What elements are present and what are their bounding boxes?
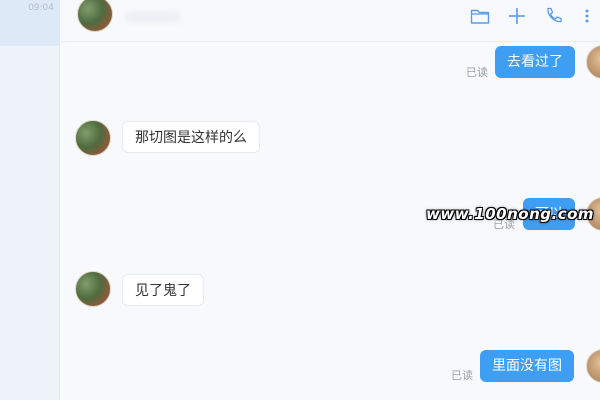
read-status: 已读 xyxy=(451,369,473,382)
conversation-time: 09:04 xyxy=(28,3,54,13)
message-bubble-incoming[interactable]: 见了鬼了 xyxy=(122,274,204,306)
plus-icon[interactable] xyxy=(506,5,528,27)
contact-avatar[interactable] xyxy=(75,120,111,156)
phone-icon[interactable] xyxy=(543,5,565,27)
contact-name xyxy=(125,11,181,23)
conversation-list: 09:04 xyxy=(0,0,60,400)
self-avatar[interactable] xyxy=(586,349,600,383)
more-icon[interactable] xyxy=(580,5,594,27)
message-bubble-outgoing[interactable]: 可以 xyxy=(523,198,575,230)
read-status: 已读 xyxy=(493,218,515,231)
chat-header xyxy=(61,0,600,42)
contact-avatar[interactable] xyxy=(75,271,111,307)
self-avatar[interactable] xyxy=(586,197,600,231)
contact-avatar[interactable] xyxy=(77,0,113,32)
self-avatar[interactable] xyxy=(586,45,600,79)
message-bubble-outgoing[interactable]: 去看过了 xyxy=(495,46,575,78)
header-toolbar xyxy=(469,5,594,27)
message-bubble-outgoing[interactable]: 里面没有图 xyxy=(480,350,574,382)
folder-icon[interactable] xyxy=(469,5,491,27)
message-bubble-incoming[interactable]: 那切图是这样的么 xyxy=(122,121,260,153)
read-status: 已读 xyxy=(466,66,488,79)
chat-panel: 已读 去看过了 那切图是这样的么 已读 可以 见了鬼了 已读 里面没有图 xyxy=(61,0,600,400)
conversation-item-active[interactable]: 09:04 xyxy=(0,0,60,46)
